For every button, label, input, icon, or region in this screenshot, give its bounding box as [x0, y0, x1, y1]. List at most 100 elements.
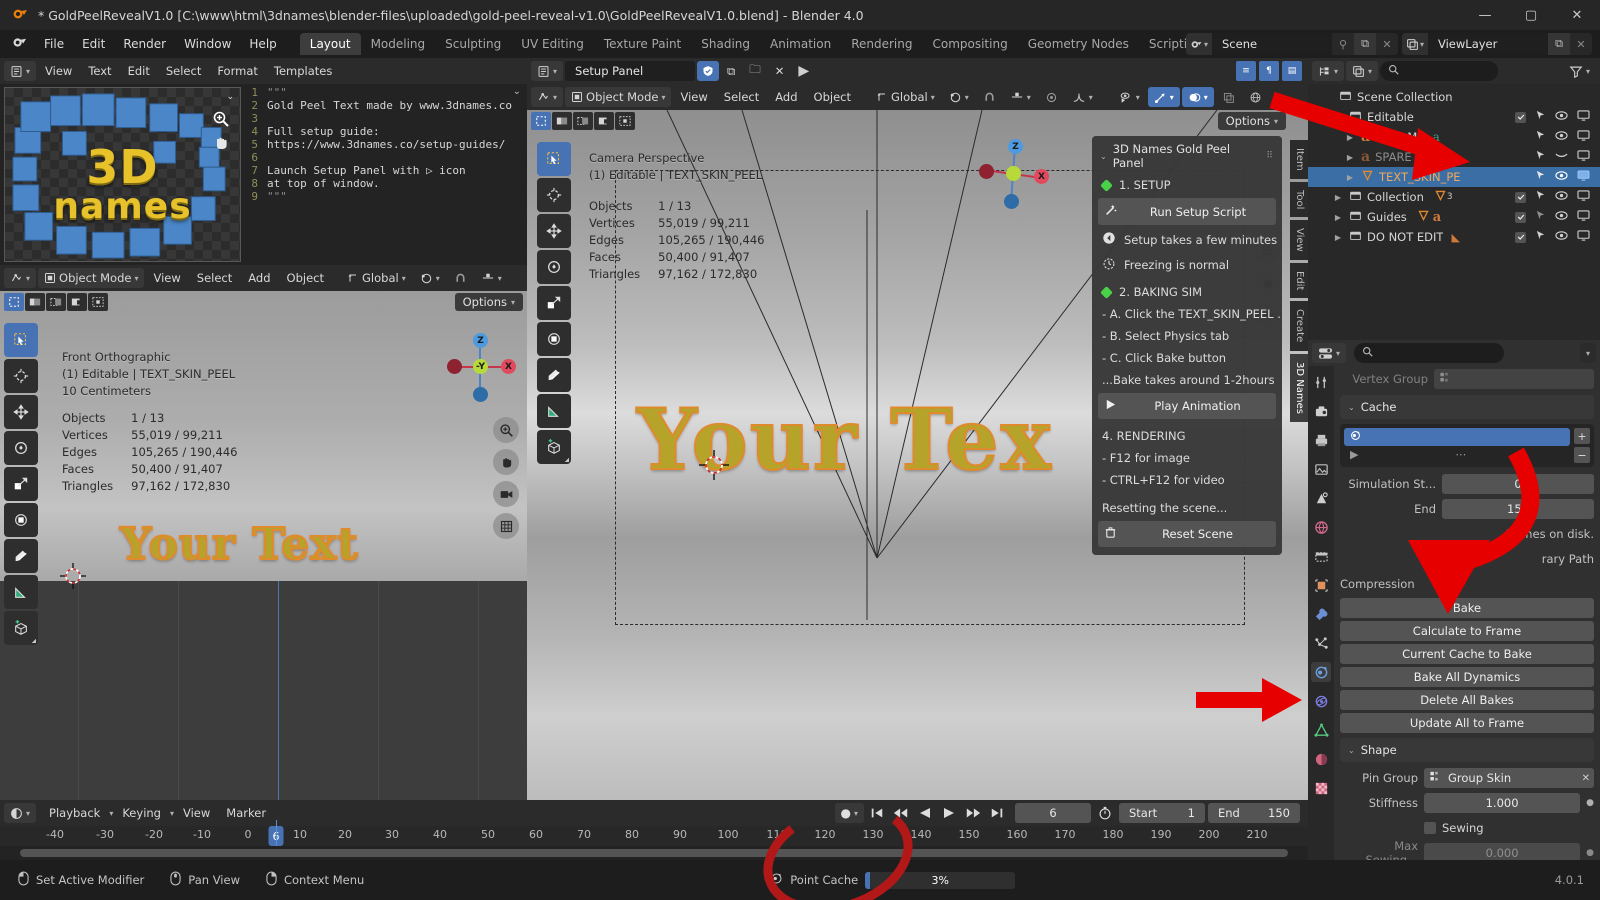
expand-triangle[interactable]: ▶ — [1332, 213, 1344, 222]
menu-file[interactable]: File — [35, 34, 73, 54]
tool-move-center[interactable] — [537, 214, 571, 462]
open-text-icon[interactable]: 🗀 — [743, 61, 767, 81]
eye-closed-icon[interactable] — [1555, 150, 1568, 164]
zoom-in-icon[interactable] — [212, 110, 230, 131]
scene-icon[interactable]: ▾ — [1186, 33, 1212, 55]
text-menu-select[interactable]: Select — [159, 62, 208, 80]
visibility-selector-icon[interactable]: ▾ — [1112, 87, 1146, 107]
text-menu-text[interactable]: Text — [81, 62, 118, 80]
viewlayer-name[interactable]: ViewLayer — [1428, 33, 1548, 55]
outliner-row-do-not-edit[interactable]: ▶ DO NOT EDIT ◣ — [1308, 227, 1600, 247]
timeline-menu-view[interactable]: View — [176, 804, 217, 822]
bake-all-dynamics-button[interactable]: Bake All Dynamics — [1340, 667, 1594, 687]
side-tab-3d-names[interactable]: 3D Names — [1290, 353, 1308, 422]
gizmo-center-axis-z[interactable]: Z — [1008, 139, 1023, 154]
image-expand-chevron-icon[interactable]: ⌄ — [226, 92, 234, 102]
monitor-icon[interactable] — [1577, 210, 1590, 224]
outliner-row-text-skin-peel[interactable]: ▶ TEXT_SKIN_PE — [1308, 167, 1600, 187]
current-frame-field[interactable]: 6 — [1015, 803, 1091, 823]
bake-button[interactable]: Bake — [1340, 598, 1594, 618]
vpc-menu-view[interactable]: View — [673, 88, 714, 106]
cache-remove-button[interactable]: − — [1574, 447, 1590, 463]
gizmo-axis-neg-x[interactable] — [447, 359, 462, 374]
gizmo-axis-x[interactable]: X — [501, 359, 516, 374]
gizmo-axis-z[interactable]: Z — [473, 333, 488, 348]
panel-grip-icon[interactable]: ⠿ — [1266, 151, 1274, 161]
side-tab-view[interactable]: View — [1290, 220, 1308, 260]
properties-tab-world[interactable] — [1311, 517, 1331, 537]
shading-wireframe-icon[interactable] — [1242, 87, 1268, 107]
vertex-group-field[interactable] — [1434, 369, 1594, 389]
expand-triangle[interactable]: ▶ — [1332, 193, 1344, 202]
workspace-tab-shading[interactable]: Shading — [691, 33, 760, 55]
proportional-falloff-icon-center[interactable] — [1038, 87, 1064, 107]
vpc-menu-object[interactable]: Object — [807, 88, 858, 106]
vpc-menu-select[interactable]: Select — [717, 88, 766, 106]
panel-collapse-chevron-icon[interactable]: ⌄ — [1100, 152, 1107, 161]
cache-panel-header[interactable]: ⌄ Cache — [1340, 395, 1594, 419]
outliner-row-edit-me[interactable]: ▶ a EDIT_ME a — [1308, 127, 1600, 147]
simulation-end-row[interactable]: End 150 — [1340, 498, 1594, 520]
cursor-arrow-icon[interactable] — [1535, 170, 1546, 184]
side-tab-item[interactable]: Item — [1290, 140, 1308, 179]
pan-hand-icon[interactable] — [212, 134, 230, 155]
properties-tab-constraints[interactable] — [1311, 691, 1331, 711]
toggle-ortho-perspective-icon[interactable] — [493, 513, 519, 539]
delete-scene-icon[interactable]: ✕ — [1376, 33, 1398, 55]
workspace-tab-texture-paint[interactable]: Texture Paint — [594, 33, 691, 55]
vpl-menu-object[interactable]: Object — [280, 269, 331, 287]
cache-list-item-selected[interactable] — [1344, 428, 1570, 446]
timeline-horizontal-scrollbar[interactable] — [20, 849, 1288, 857]
overlays-toggle-icon[interactable]: ▾ — [1181, 87, 1214, 107]
properties-tab-modifier[interactable] — [1311, 604, 1331, 624]
side-tab-create[interactable]: Create — [1290, 301, 1308, 351]
select-extend-icon-center[interactable] — [573, 112, 593, 130]
monitor-icon[interactable] — [1577, 150, 1590, 164]
library-path-row[interactable]: rary Path — [1340, 548, 1594, 570]
side-tab-tool[interactable]: Tool — [1290, 181, 1308, 218]
cache-list-box[interactable]: ▶ ⋯ + − — [1340, 424, 1594, 467]
code-scroll-chevron-icon[interactable]: ⌄ — [513, 86, 521, 97]
cursor-arrow-icon[interactable] — [1535, 130, 1546, 144]
expand-triangle[interactable]: ▶ — [1344, 133, 1356, 142]
properties-tab-tool[interactable] — [1311, 372, 1331, 392]
menu-edit[interactable]: Edit — [73, 34, 114, 54]
workspace-tab-animation[interactable]: Animation — [760, 33, 841, 55]
simulation-start-row[interactable]: Simulation St... 0 — [1340, 473, 1594, 495]
outliner-filter-icon[interactable]: ▾ — [1562, 61, 1596, 81]
run-script-button[interactable]: ▶ — [792, 61, 816, 81]
properties-tab-texture[interactable] — [1311, 778, 1331, 798]
outliner-row-editable[interactable]: ▼ Editable — [1308, 107, 1600, 127]
outliner-row-guides[interactable]: ▶ Guides a — [1308, 207, 1600, 227]
script-code-area[interactable]: 1 """ 2 Gold Peel Text made by www.3dnames… — [241, 84, 527, 265]
tool-add-cube[interactable] — [4, 611, 38, 645]
properties-search-input[interactable] — [1354, 343, 1505, 363]
eye-icon[interactable] — [1555, 190, 1568, 204]
gizmo-center-axis-y[interactable] — [1006, 166, 1021, 181]
editor-type-selector-text[interactable]: ▾ — [4, 61, 37, 81]
properties-tab-material[interactable] — [1311, 749, 1331, 769]
navigation-gizmo-center[interactable]: X Z — [979, 139, 1049, 209]
select-set-icon[interactable] — [25, 293, 45, 311]
snap-magnet-icon-center[interactable] — [976, 87, 1002, 107]
side-tab-edit[interactable]: Edit — [1290, 262, 1308, 299]
properties-tab-viewlayer[interactable] — [1311, 459, 1331, 479]
workspace-tab-layout[interactable]: Layout — [299, 33, 361, 55]
tool-rotate[interactable] — [4, 431, 38, 643]
jump-to-start-button[interactable] — [866, 803, 888, 823]
outliner-row-collection[interactable]: ▶ Collection 3 — [1308, 187, 1600, 207]
cursor-arrow-icon[interactable] — [1535, 230, 1546, 244]
expand-triangle[interactable]: ▶ — [1344, 153, 1356, 162]
timeline-scroll-track[interactable] — [0, 846, 1308, 860]
transform-orientation-selector-center[interactable]: Global ▾ — [870, 87, 941, 107]
current-cache-to-bake-button[interactable]: Current Cache to Bake — [1340, 644, 1594, 664]
play-animation-button[interactable]: Play Animation — [1098, 393, 1276, 419]
properties-collapse-chevron-icon[interactable]: ▾ — [1579, 343, 1596, 363]
viewlayer-selector[interactable]: ▾ ViewLayer ⧉ ✕ — [1402, 33, 1592, 55]
sewing-row[interactable]: Sewing — [1340, 817, 1594, 839]
cursor-arrow-icon[interactable] — [1535, 210, 1546, 224]
monitor-icon[interactable] — [1577, 130, 1590, 144]
tool-cursor-center[interactable] — [537, 178, 571, 212]
cursor-arrow-icon[interactable] — [1535, 190, 1546, 204]
tool-annotate[interactable] — [4, 539, 38, 643]
